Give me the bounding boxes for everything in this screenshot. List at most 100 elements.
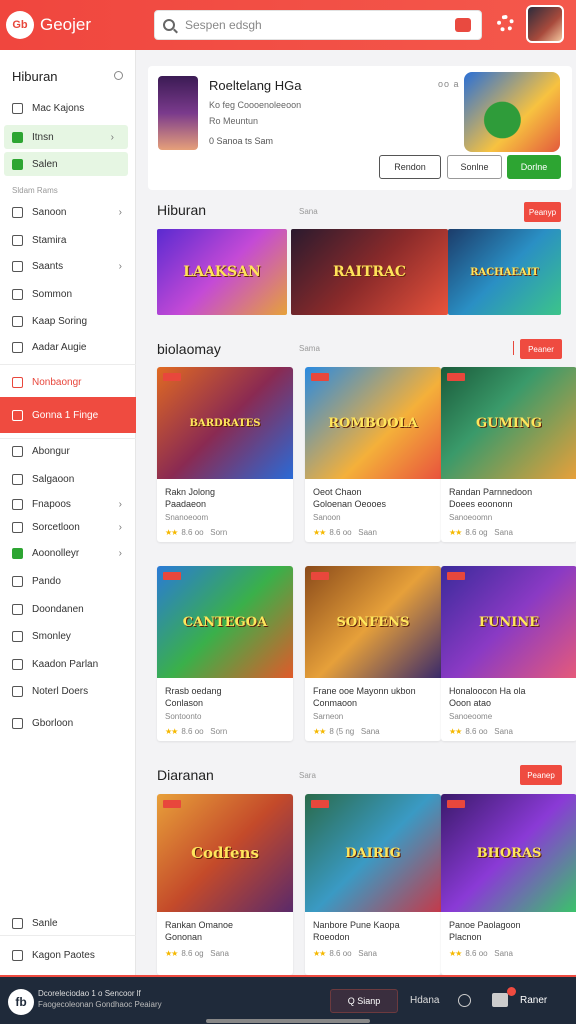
- featured-art: [464, 72, 560, 152]
- sidebar-item-active[interactable]: Gonna 1 Finge: [0, 397, 136, 433]
- cart-label[interactable]: Raner: [520, 995, 547, 1006]
- game-name-2: Roeodon: [313, 932, 350, 942]
- featured-button-2[interactable]: Sonlne: [447, 155, 502, 179]
- bottom-bar: fb Dcoreleciodao 1 o Sencoor lf Faogecol…: [0, 975, 576, 1024]
- game-card[interactable]: DAIRIG Nanbore Pune Kaopa Roeodon ★★ 8.6 …: [305, 794, 441, 975]
- game-art: DAIRIG: [305, 794, 441, 912]
- banner-title: LAAKSAN: [183, 264, 261, 280]
- game-rating: ★★ 8 (5 ng Sana: [313, 727, 433, 736]
- game-art-title: BARDRATES: [189, 417, 261, 429]
- sidebar-item[interactable]: Kaadon Parlan: [0, 652, 136, 676]
- section-tag-button[interactable]: Peaner: [520, 339, 562, 359]
- sidebar-search-icon[interactable]: [114, 71, 123, 80]
- game-art-title: ROMBOOLA: [328, 415, 418, 431]
- sidebar-item-label: Kaadon Parlan: [32, 658, 99, 670]
- bottom-link[interactable]: Hdana: [410, 995, 439, 1006]
- sidebar-item[interactable]: Sommon: [0, 282, 136, 306]
- menu-icon: [12, 102, 23, 114]
- sidebar-item[interactable]: Doondanen: [0, 597, 136, 621]
- sidebar-item[interactable]: Stamira: [0, 228, 136, 252]
- sidebar-item[interactable]: Mac Kajons: [0, 96, 136, 120]
- sidebar-item[interactable]: Noterl Doers: [0, 679, 136, 703]
- menu-icon: [12, 234, 23, 246]
- banner-title: RAITRAC: [332, 264, 407, 280]
- ribbon-badge: [163, 373, 181, 381]
- sidebar-title: Hiburan: [12, 69, 58, 84]
- game-card[interactable]: BHORAS Panoe Paolagoon Placnon ★★ 8.6 oo …: [441, 794, 576, 975]
- sidebar-item[interactable]: Pando: [0, 569, 136, 593]
- app-header: Gb Geojer Sespen edsgh: [0, 0, 576, 50]
- sidebar-item-label: Saants: [32, 260, 64, 272]
- rating-extra: Sana: [210, 949, 229, 958]
- chevron-right-icon: ›: [118, 260, 122, 272]
- game-rating: ★★ 8.6 oo Sana: [313, 949, 433, 958]
- chevron-right-icon: ›: [118, 521, 122, 533]
- menu-icon: [12, 315, 23, 327]
- section-tag-button[interactable]: Peanep: [520, 765, 562, 785]
- sidebar-item-label: Kagon Paotes: [32, 949, 95, 961]
- section-meta: Sara: [299, 771, 316, 780]
- game-card[interactable]: FUNINE Honaloocon Ha ola Ooon atao Sanoe…: [441, 566, 576, 741]
- sidebar-item[interactable]: Abongur: [0, 439, 136, 463]
- sidebar-item[interactable]: Aoonolleyr ›: [0, 541, 136, 565]
- sidebar-item-label: Stamira: [32, 234, 67, 246]
- sidebar-item[interactable]: Salgaoon: [0, 467, 136, 491]
- rating-extra: Sorn: [210, 727, 228, 736]
- featured-subtitle-2: Ro Meuntun: [209, 116, 259, 126]
- game-name-2: Gononan: [165, 932, 203, 942]
- sidebar-item[interactable]: Kagon Paotes: [0, 943, 136, 967]
- featured-button-1[interactable]: Rendon: [379, 155, 441, 179]
- app-logo[interactable]: Gb Geojer: [6, 11, 91, 39]
- bottom-logo[interactable]: fb: [8, 989, 34, 1015]
- game-name-2: Paadaeon: [165, 499, 207, 509]
- sidebar-item[interactable]: Fnapoos ›: [0, 492, 136, 516]
- sidebar-item[interactable]: Nonbaongr: [0, 370, 136, 394]
- cart-icon[interactable]: [492, 993, 508, 1007]
- game-name-2: Placnon: [449, 932, 482, 942]
- game-card[interactable]: CANTEGOA Rrasb oedang Conlason Sontoonto…: [157, 566, 293, 741]
- game-banner[interactable]: RACHAEAIT: [448, 229, 561, 315]
- featured-play-button[interactable]: Dorlne: [507, 155, 561, 179]
- game-card[interactable]: Codfens Rankan Omanoe Gononan ★★ 8.6 og S…: [157, 794, 293, 975]
- game-card[interactable]: SONFENS Frane ooe Mayonn ukbon Conmaoon …: [305, 566, 441, 741]
- gear-icon[interactable]: [497, 15, 514, 32]
- banner-title: RACHAEAIT: [470, 266, 539, 278]
- game-rating: ★★ 8.6 oo Sorn: [165, 528, 285, 537]
- profile-icon[interactable]: [458, 994, 471, 1007]
- sidebar-item[interactable]: Smonley: [0, 624, 136, 648]
- sidebar-item-green[interactable]: Salen: [4, 152, 128, 176]
- avatar[interactable]: [526, 5, 564, 43]
- bottom-search-button[interactable]: Q Sianp: [330, 989, 398, 1013]
- search-input[interactable]: Sespen edsgh: [154, 10, 482, 40]
- sidebar-item[interactable]: Aadar Augie: [0, 335, 136, 359]
- section-meta: Sana: [299, 207, 318, 216]
- sidebar-item[interactable]: Sorcetloon ›: [0, 515, 136, 539]
- game-art-title: DAIRIG: [345, 845, 401, 861]
- sidebar-item[interactable]: Gborloon: [0, 711, 136, 735]
- section-title: Diaranan: [157, 767, 214, 783]
- game-name: Honaloocon Ha ola: [449, 686, 526, 696]
- sidebar-divider: [0, 364, 136, 365]
- search-submit-button[interactable]: [455, 18, 471, 32]
- sidebar-item[interactable]: Saants ›: [0, 254, 136, 278]
- sidebar-item-label: Aoonolleyr: [32, 547, 80, 559]
- game-card[interactable]: GUMING Randan Parnnedoon Doees eoononn S…: [441, 367, 576, 542]
- sidebar-item-label: Doondanen: [32, 603, 84, 615]
- rating-extra: Sorn: [210, 528, 228, 537]
- sidebar-item-active-green[interactable]: Itnsn ›: [4, 125, 128, 149]
- star-icon: ★★: [313, 949, 326, 958]
- featured-thumbnail[interactable]: [158, 76, 198, 150]
- rating-value: 8.6 oo: [329, 528, 352, 537]
- game-banner[interactable]: LAAKSAN: [157, 229, 287, 315]
- game-subtitle: Sanoeoomn: [449, 513, 493, 522]
- sidebar-item[interactable]: Sanoon ›: [0, 200, 136, 224]
- sidebar-item[interactable]: Sanle: [0, 911, 136, 935]
- notification-badge: [507, 987, 516, 996]
- game-subtitle: Sanoeoome: [449, 712, 493, 721]
- game-card[interactable]: BARDRATES Rakn Jolong Paadaeon Snanoeoom…: [157, 367, 293, 542]
- game-card[interactable]: ROMBOOLA Oeot Chaon Goloenan Oeooes Sano…: [305, 367, 441, 542]
- section-tag-button[interactable]: Peanyp: [524, 202, 561, 222]
- star-icon: ★★: [165, 727, 178, 736]
- game-banner[interactable]: RAITRAC: [291, 229, 448, 315]
- sidebar-item[interactable]: Kaap Soring: [0, 309, 136, 333]
